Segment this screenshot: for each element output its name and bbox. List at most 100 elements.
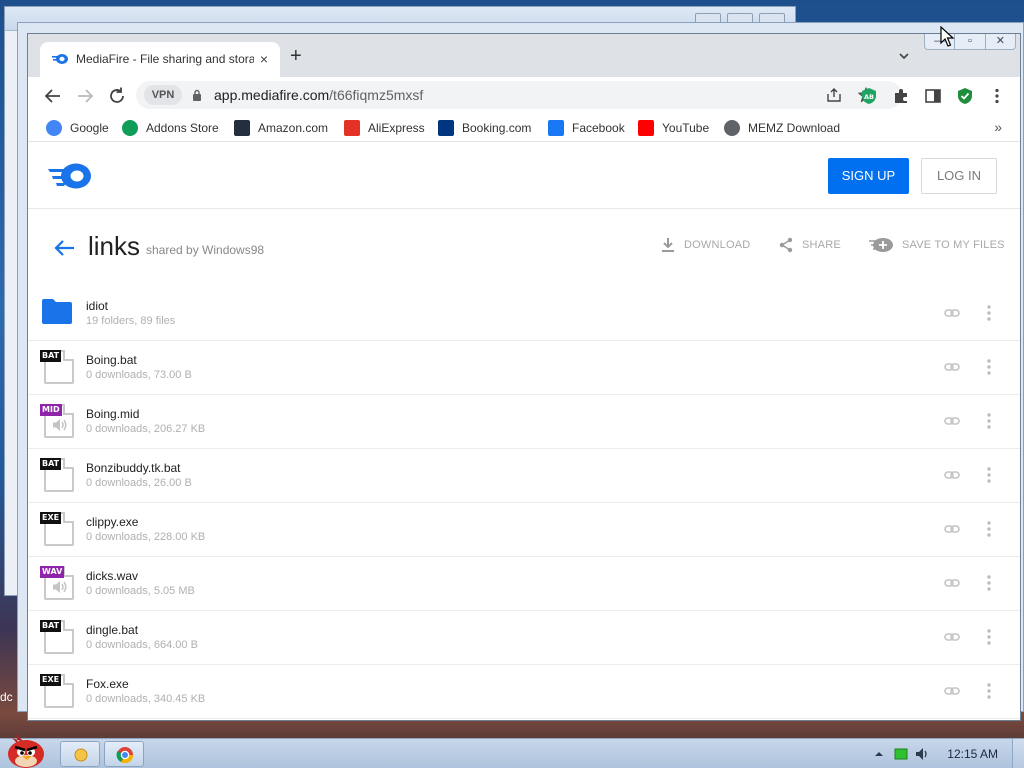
file-name[interactable]: Boing.mid [86, 407, 139, 421]
file-row[interactable]: EXE clippy.exe 0 downloads, 228.00 KB [28, 503, 1020, 557]
file-name[interactable]: idiot [86, 299, 108, 313]
back-arrow-icon[interactable] [54, 239, 76, 257]
booking-icon [438, 120, 454, 136]
adblock-label: AB [864, 93, 874, 101]
bookmark-youtube[interactable]: YouTube [638, 118, 709, 138]
sidepanel-icon[interactable] [924, 87, 942, 105]
file-icon: BAT [40, 348, 74, 386]
copy-link-icon[interactable] [944, 361, 960, 373]
file-meta: 0 downloads, 340.45 KB [86, 693, 206, 705]
bookmarks-overflow-button[interactable]: » [994, 119, 1002, 135]
more-options-icon[interactable] [986, 682, 992, 700]
file-extension-badge: EXE [40, 674, 62, 686]
file-name[interactable]: dingle.bat [86, 623, 138, 637]
adblock-icon[interactable]: AB [860, 87, 878, 105]
bookmark-aliexpress[interactable]: AliExpress [344, 118, 425, 138]
file-name[interactable]: Boing.bat [86, 353, 137, 367]
save-to-my-files-button[interactable]: SAVE TO MY FILES [868, 237, 1005, 253]
new-tab-button[interactable]: + [290, 46, 302, 66]
tab-close-icon[interactable]: × [260, 51, 268, 67]
file-icon: EXE [40, 510, 74, 548]
copy-link-icon[interactable] [944, 685, 960, 697]
more-options-icon[interactable] [986, 466, 992, 484]
file-extension-badge: MID [40, 404, 62, 416]
file-row[interactable]: MID Boing.mid 0 downloads, 206.27 KB [28, 395, 1020, 449]
copy-link-icon[interactable] [944, 415, 960, 427]
log-in-button[interactable]: LOG IN [921, 158, 997, 194]
copy-link-icon[interactable] [944, 469, 960, 481]
address-bar[interactable]: VPN app.mediafire.com/t66fiqmz5mxsf [136, 81, 902, 109]
more-options-icon[interactable] [986, 628, 992, 646]
back-arrow-icon[interactable] [42, 85, 64, 107]
copy-link-icon[interactable] [944, 631, 960, 643]
close-button[interactable]: ✕ [986, 34, 1015, 49]
mediafire-logo-icon[interactable] [46, 162, 92, 190]
shared-by-text: shared by Windows98 [146, 243, 265, 257]
youtube-icon [638, 120, 654, 136]
file-name[interactable]: Bonzibuddy.tk.bat [86, 461, 181, 475]
volume-icon[interactable] [914, 746, 930, 762]
download-button[interactable]: DOWNLOAD [660, 237, 750, 253]
taskbar-explorer-button[interactable] [60, 741, 100, 767]
mediafire-page: SIGN UP LOG IN links shared by Windows98… [28, 142, 1020, 720]
file-row[interactable]: EXE Fox.exe 0 downloads, 340.45 KB [28, 665, 1020, 719]
file-name[interactable]: Fox.exe [86, 677, 129, 691]
file-row[interactable]: BAT Bonzibuddy.tk.bat 0 downloads, 26.00 B [28, 449, 1020, 503]
lock-icon[interactable] [192, 89, 202, 101]
taskbar-chrome-button[interactable] [104, 741, 144, 767]
more-options-icon[interactable] [986, 520, 992, 538]
bookmark-amazon-com[interactable]: Amazon.com [234, 118, 328, 138]
folder-icon [40, 294, 74, 332]
file-meta: 0 downloads, 73.00 B [86, 369, 192, 381]
bookmark-label: Addons Store [146, 121, 219, 135]
tab-mediafire[interactable]: MediaFire - File sharing and stora × [40, 42, 280, 77]
forward-arrow-icon[interactable] [74, 85, 96, 107]
addons-store-icon [122, 120, 138, 136]
more-options-icon[interactable] [986, 358, 992, 376]
share-page-icon[interactable] [826, 87, 842, 103]
file-icon: BAT [40, 618, 74, 656]
audio-file-icon: MID [40, 402, 74, 440]
sign-up-button[interactable]: SIGN UP [828, 158, 909, 194]
shield-icon[interactable] [956, 87, 974, 105]
file-row[interactable]: BAT dingle.bat 0 downloads, 664.00 B [28, 611, 1020, 665]
more-options-icon[interactable] [986, 574, 992, 592]
share-icon [779, 237, 793, 253]
start-button-angry-bird-icon[interactable] [2, 732, 50, 768]
kebab-menu-icon[interactable] [988, 87, 1006, 105]
tray-expand-icon[interactable] [874, 749, 884, 759]
bookmark-google[interactable]: Google [46, 118, 109, 138]
file-row[interactable]: WAV dicks.wav 0 downloads, 5.05 MB [28, 557, 1020, 611]
browser-window: MediaFire - File sharing and stora × + —… [27, 33, 1021, 721]
bookmark-label: MEMZ Download [748, 121, 841, 135]
bookmark-addons-store[interactable]: Addons Store [122, 118, 219, 138]
more-options-icon[interactable] [986, 412, 992, 430]
folder-row[interactable]: idiot 19 folders, 89 files [28, 287, 1020, 341]
copy-link-icon[interactable] [944, 577, 960, 589]
reload-icon[interactable] [106, 85, 128, 107]
bookmark-memz-download[interactable]: MEMZ Download [724, 118, 840, 138]
copy-link-icon[interactable] [944, 523, 960, 535]
file-meta: 0 downloads, 5.05 MB [86, 585, 195, 597]
tab-search-chevron-icon[interactable] [898, 50, 910, 62]
file-name[interactable]: dicks.wav [86, 569, 138, 583]
copy-link-icon[interactable] [944, 307, 960, 319]
download-icon [662, 238, 674, 252]
battery-icon[interactable] [894, 747, 908, 761]
show-desktop-button[interactable] [1012, 739, 1024, 768]
file-row[interactable]: BAT Boing.bat 0 downloads, 73.00 B [28, 341, 1020, 395]
more-options-icon[interactable] [986, 304, 992, 322]
url-path: /t66fiqmz5mxsf [329, 87, 424, 103]
bookmark-facebook[interactable]: Facebook [548, 118, 625, 138]
bookmark-label: Facebook [572, 121, 625, 135]
share-button[interactable]: SHARE [778, 237, 841, 253]
maximize-button[interactable]: ▫ [955, 34, 986, 49]
vpn-badge[interactable]: VPN [144, 85, 182, 105]
puzzle-icon[interactable] [892, 87, 910, 105]
clock[interactable]: 12:15 AM [947, 747, 998, 761]
url-host: app.mediafire.com [214, 87, 330, 103]
file-name[interactable]: clippy.exe [86, 515, 138, 529]
bookmark-booking-com[interactable]: Booking.com [438, 118, 531, 138]
file-meta: 0 downloads, 26.00 B [86, 477, 192, 489]
url-text[interactable]: app.mediafire.com/t66fiqmz5mxsf [214, 87, 423, 103]
